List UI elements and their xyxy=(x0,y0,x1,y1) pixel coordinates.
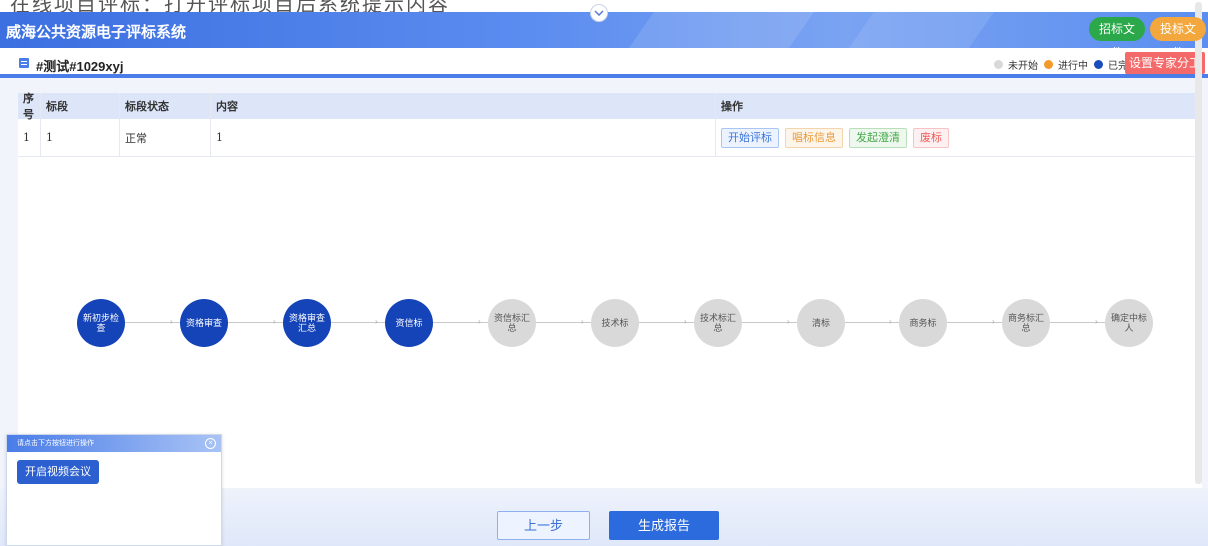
previous-step-button[interactable]: 上一步 xyxy=(497,511,590,540)
start-clarification-button[interactable]: 发起澄清 xyxy=(849,127,907,148)
cell-index: 1 xyxy=(18,119,41,156)
bid-opening-info-button[interactable]: 唱标信息 xyxy=(785,127,843,148)
flow-step[interactable]: 确定中标人 xyxy=(1105,299,1153,347)
flow-step[interactable]: 资信标 xyxy=(385,299,433,347)
project-title: #测试#1029xyj xyxy=(36,59,124,74)
flow-step[interactable]: 商务标 xyxy=(899,299,947,347)
start-evaluation-button[interactable]: 开始评标 xyxy=(721,127,779,148)
flow-step[interactable]: 资格审查汇总 xyxy=(283,299,331,347)
generate-report-button[interactable]: 生成报告 xyxy=(609,511,719,540)
cell-actions: 开始评标 唱标信息 发起澄清 废标 xyxy=(716,119,1202,156)
cropped-caption: 在线项目评标：打开评标项目后系统提示内容 xyxy=(10,0,450,12)
not-started-dot-icon xyxy=(994,60,1003,69)
section-table: 序号 标段 标段状态 内容 操作 1 1 正常 1 开始评标 唱标信息 发起澄清… xyxy=(18,93,1202,157)
assign-experts-button[interactable]: 设置专家分工 xyxy=(1125,52,1205,74)
document-icon xyxy=(19,58,29,68)
col-header-index: 序号 xyxy=(18,93,41,121)
col-header-status: 标段状态 xyxy=(120,93,211,119)
cell-section: 1 xyxy=(41,119,120,156)
video-meeting-popup: 请点击下方按钮进行操作 × 开启视频会议 xyxy=(6,434,222,546)
table-header: 序号 标段 标段状态 内容 操作 xyxy=(18,93,1202,121)
start-video-meeting-button[interactable]: 开启视频会议 xyxy=(17,460,99,484)
popup-header: 请点击下方按钮进行操作 × xyxy=(7,435,221,452)
col-header-actions: 操作 xyxy=(721,101,743,113)
status-legend: 未开始 进行中 已完成 xyxy=(988,57,1138,72)
main-panel: 序号 标段 标段状态 内容 操作 1 1 正常 1 开始评标 唱标信息 发起澄清… xyxy=(18,93,1202,488)
completed-dot-icon xyxy=(1094,60,1103,69)
col-header-section: 标段 xyxy=(41,93,120,119)
flow-step[interactable]: 商务标汇总 xyxy=(1002,299,1050,347)
in-progress-dot-icon xyxy=(1044,60,1053,69)
legend-not-started: 未开始 xyxy=(1008,61,1038,72)
col-header-content: 内容 xyxy=(211,93,716,119)
close-icon[interactable]: × xyxy=(205,438,216,449)
chevron-down-icon[interactable] xyxy=(590,4,608,22)
popup-title: 请点击下方按钮进行操作 xyxy=(17,440,94,447)
flow-step[interactable]: 技术标汇总 xyxy=(694,299,742,347)
flow-step[interactable]: 技术标 xyxy=(591,299,639,347)
table-row: 1 1 正常 1 开始评标 唱标信息 发起澄清 废标 xyxy=(18,119,1202,157)
legend-in-progress: 进行中 xyxy=(1058,61,1088,72)
app-title: 威海公共资源电子评标系统 xyxy=(6,24,187,41)
flow-step[interactable]: 资格审查 xyxy=(180,299,228,347)
flow-step[interactable]: 资信标汇总 xyxy=(488,299,536,347)
void-bid-button[interactable]: 废标 xyxy=(913,127,949,148)
cell-status: 正常 xyxy=(120,119,211,156)
tender-doc-button[interactable]: 招标文件 xyxy=(1089,17,1145,48)
flow-step[interactable]: 新初步检查 xyxy=(77,299,125,347)
flow-step[interactable]: 清标 xyxy=(797,299,845,347)
cell-content: 1 xyxy=(211,119,716,156)
vertical-scrollbar[interactable] xyxy=(1195,2,1202,484)
project-bar: #测试#1029xyj 未开始 进行中 已完成 设置专家分工 xyxy=(0,48,1208,78)
bid-doc-button[interactable]: 投标文件 xyxy=(1150,17,1206,48)
